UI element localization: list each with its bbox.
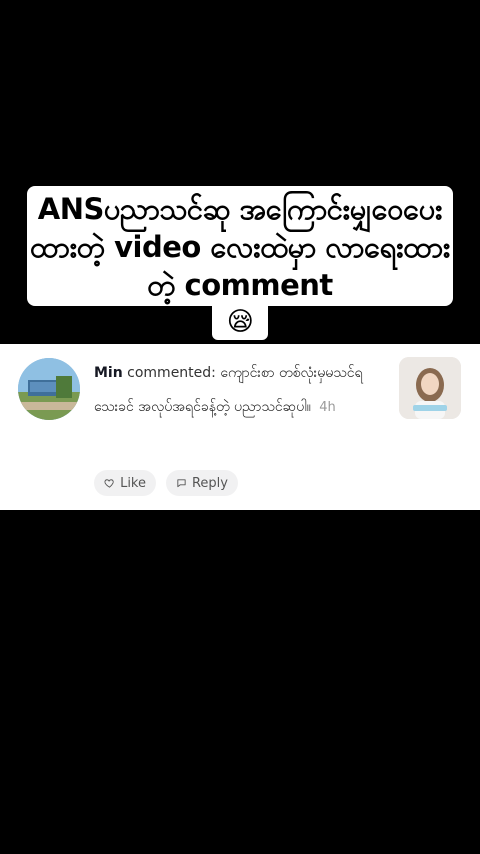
video-caption: ANSပညာသင်ဆု အကြောင်းမျှဝေပေးထားတဲ့ video… — [27, 190, 453, 340]
comment-author[interactable]: Min — [94, 365, 123, 381]
comment-card: Min commented: ကျောင်းစာ တစ်လုံးမှမသင်ရသ… — [0, 344, 480, 510]
speech-bubble-icon — [177, 479, 186, 488]
thumbnail-image — [399, 357, 461, 419]
video-thumbnail[interactable] — [399, 357, 461, 419]
comment-timestamp: 4h — [319, 400, 336, 415]
reply-label: Reply — [191, 475, 228, 491]
comment-body: Min commented: ကျောင်းစာ တစ်လုံးမှမသင်ရသ… — [94, 356, 384, 425]
like-button[interactable]: Like — [94, 470, 156, 496]
reply-button[interactable]: Reply — [166, 470, 238, 496]
like-label: Like — [120, 475, 146, 491]
avatar-image — [18, 358, 80, 420]
comment-verb: commented: — [127, 365, 216, 381]
commenter-avatar[interactable] — [18, 358, 80, 420]
caption-emoji: 😪 — [226, 307, 254, 337]
heart-icon — [104, 479, 114, 488]
caption-text: ANSပညာသင်ဆု အကြောင်းမျှဝေပေးထားတဲ့ video… — [29, 192, 451, 302]
